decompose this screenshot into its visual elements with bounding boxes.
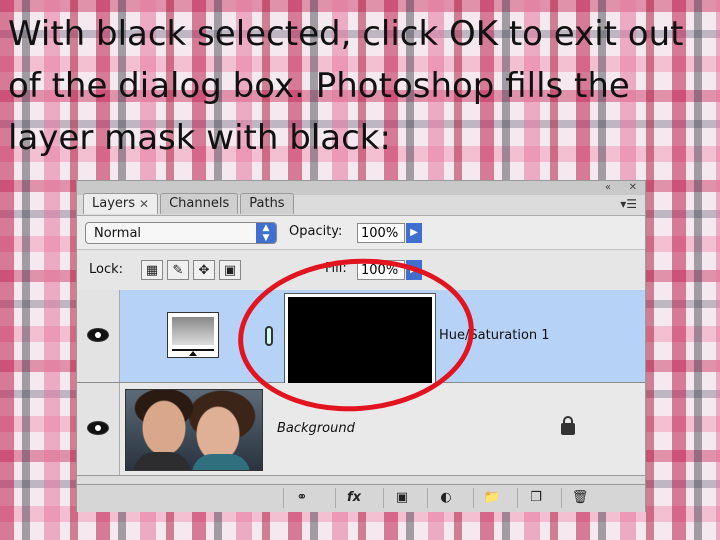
collapse-icon[interactable]: « — [605, 182, 611, 193]
folder-icon[interactable]: 📁 — [473, 488, 510, 508]
lock-label: Lock: — [89, 262, 124, 277]
instruction-caption: With black selected, click OK to exit ou… — [8, 14, 684, 158]
chevron-updown-icon: ▲ ▼ — [256, 223, 276, 243]
blend-mode-value: Normal — [94, 226, 142, 241]
adjustment-thumbnail-icon[interactable] — [167, 312, 219, 358]
adjustment-icon[interactable]: ◐ — [427, 488, 464, 508]
tab-layers-label: Layers — [92, 196, 136, 211]
tab-paths-label: Paths — [249, 196, 285, 211]
opacity-input[interactable]: 100% — [357, 223, 405, 243]
close-panel-icon[interactable]: ✕ — [629, 182, 637, 193]
visibility-toggle[interactable] — [77, 290, 120, 382]
blend-mode-select[interactable]: Normal ▲ ▼ — [85, 222, 277, 244]
lock-move-icon[interactable]: ✥ — [193, 260, 215, 280]
tab-channels[interactable]: Channels — [160, 193, 239, 214]
layer-name[interactable]: Background — [277, 421, 355, 436]
opacity-label: Opacity: — [289, 224, 343, 239]
eye-icon[interactable] — [87, 328, 109, 342]
eye-icon[interactable] — [87, 421, 109, 435]
lock-transparent-icon[interactable]: ▦ — [141, 260, 163, 280]
panel-menu-icon[interactable]: ▾☰ — [620, 197, 637, 211]
new-layer-icon[interactable]: ❐ — [517, 488, 554, 508]
tab-paths[interactable]: Paths — [240, 193, 294, 214]
blend-row: Normal ▲ ▼ Opacity: 100% ▶ — [77, 215, 645, 250]
close-icon[interactable]: ✕ — [139, 194, 149, 214]
visibility-toggle[interactable] — [77, 383, 120, 475]
background-thumbnail[interactable] — [125, 389, 263, 471]
panel-bottom-toolbar: ⚭ fx ▣ ◐ 📁 ❐ 🗑 — [77, 484, 645, 512]
tab-channels-label: Channels — [169, 196, 230, 211]
tab-layers[interactable]: Layers ✕ — [83, 193, 159, 214]
fx-icon[interactable]: fx — [335, 488, 372, 508]
link-icon[interactable]: ⚭ — [283, 488, 320, 508]
lock-brush-icon[interactable]: ✎ — [167, 260, 189, 280]
layers-empty-area — [77, 476, 645, 484]
opacity-arrow-icon[interactable]: ▶ — [406, 223, 422, 243]
trash-icon[interactable]: 🗑 — [561, 488, 598, 508]
lock-all-icon[interactable]: ▣ — [219, 260, 241, 280]
panel-tabs: Layers ✕ Channels Paths — [83, 193, 294, 215]
lock-icon — [561, 416, 575, 435]
mask-icon[interactable]: ▣ — [383, 488, 420, 508]
